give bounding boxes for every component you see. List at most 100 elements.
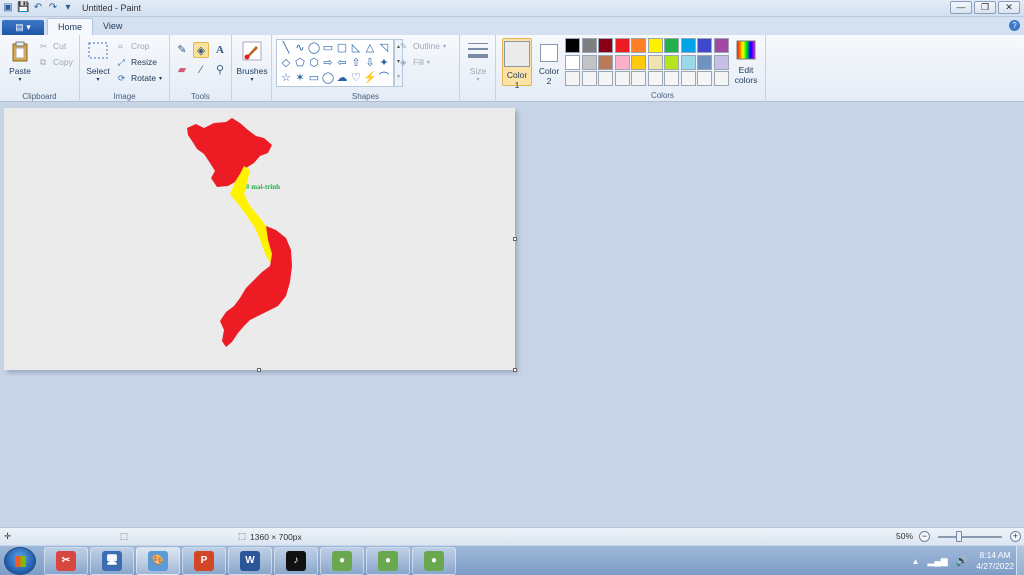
- shape-option-7[interactable]: ◹: [377, 41, 391, 56]
- shape-option-15[interactable]: ✦: [377, 56, 391, 71]
- palette-swatch-row1-5[interactable]: [647, 38, 663, 53]
- edit-colors-button[interactable]: Edit colors: [732, 39, 760, 85]
- shape-option-13[interactable]: ⇧: [349, 56, 363, 71]
- palette-swatch-row3-8[interactable]: [697, 71, 712, 86]
- palette-swatch-row3-6[interactable]: [664, 71, 679, 86]
- shape-option-16[interactable]: ☆: [279, 71, 293, 86]
- palette-swatch-row2-4[interactable]: [631, 54, 646, 70]
- clock[interactable]: 8:14 AM 4/27/2022: [976, 550, 1014, 572]
- outline-button[interactable]: ✎ Outline ▾: [400, 41, 446, 51]
- shape-option-12[interactable]: ⇦: [335, 56, 349, 71]
- paint-app-icon[interactable]: ▣: [2, 2, 14, 14]
- palette-swatch-row1-2[interactable]: [598, 38, 613, 53]
- size-button[interactable]: Size ▾: [465, 40, 491, 83]
- brushes-button[interactable]: Brushes ▾: [235, 40, 269, 83]
- palette-swatch-row3-1[interactable]: [581, 71, 597, 86]
- shape-option-0[interactable]: ╲: [279, 41, 293, 56]
- restore-button[interactable]: ❐: [974, 1, 996, 14]
- redo-icon[interactable]: ↷: [47, 2, 59, 14]
- shape-option-17[interactable]: ✶: [293, 71, 307, 86]
- crop-button[interactable]: ⌗ Crop: [118, 41, 149, 51]
- palette-swatch-row3-4[interactable]: [631, 71, 646, 86]
- palette-swatch-row2-3[interactable]: [614, 54, 630, 70]
- shape-option-22[interactable]: ⚡: [363, 71, 377, 86]
- shape-option-11[interactable]: ⇨: [321, 56, 335, 71]
- tab-view[interactable]: View: [93, 18, 132, 35]
- palette-swatch-row3-3[interactable]: [614, 71, 630, 86]
- palette-swatch-row1-4[interactable]: [631, 38, 646, 53]
- fill-icon[interactable]: ◈: [193, 42, 209, 58]
- tab-home[interactable]: Home: [47, 18, 94, 35]
- shape-option-23[interactable]: ⌒: [377, 71, 391, 86]
- color-picker-icon[interactable]: ⁄: [193, 62, 209, 78]
- palette-swatch-row1-3[interactable]: [614, 38, 630, 53]
- palette-swatch-row3-7[interactable]: [680, 71, 696, 86]
- cut-button[interactable]: ✂ Cut: [40, 41, 66, 51]
- palette-swatch-row2-2[interactable]: [598, 54, 613, 70]
- shape-option-14[interactable]: ⇩: [363, 56, 377, 71]
- color2-button[interactable]: Color 2: [536, 38, 562, 86]
- resize-handle-corner[interactable]: [513, 368, 517, 372]
- customize-quick-access-icon[interactable]: ▾: [62, 2, 74, 14]
- palette-swatch-row3-5[interactable]: [647, 71, 663, 86]
- pencil-icon[interactable]: ✎: [174, 42, 190, 58]
- rotate-button[interactable]: ⟳ Rotate ▾: [118, 73, 162, 83]
- paste-button[interactable]: Paste ▾: [6, 40, 34, 83]
- shape-option-5[interactable]: ◺: [349, 41, 363, 56]
- select-button[interactable]: Select ▾: [84, 40, 112, 83]
- shape-option-6[interactable]: △: [363, 41, 377, 56]
- color1-button[interactable]: Color 1: [502, 38, 532, 90]
- taskbar-button-coccoc-2[interactable]: ●: [366, 547, 410, 575]
- minimize-button[interactable]: —: [950, 1, 972, 14]
- shape-option-20[interactable]: ☁: [335, 71, 349, 86]
- zoom-slider-track[interactable]: [938, 536, 1002, 538]
- shape-option-2[interactable]: ◯: [307, 41, 321, 56]
- fill-button[interactable]: ◈ Fill ▾: [400, 57, 430, 67]
- zoom-in-button[interactable]: +: [1010, 531, 1021, 542]
- palette-swatch-row1-6[interactable]: [664, 38, 679, 53]
- tray-expand-icon[interactable]: ▲: [912, 557, 920, 566]
- resize-handle-right[interactable]: [513, 237, 517, 241]
- start-button[interactable]: [4, 547, 36, 575]
- palette-swatch-row2-5[interactable]: [647, 54, 663, 70]
- shape-option-21[interactable]: ♡: [349, 71, 363, 86]
- taskbar-button-coccoc-3[interactable]: ●: [412, 547, 456, 575]
- close-button[interactable]: ✕: [998, 1, 1020, 14]
- volume-icon[interactable]: 🔊: [956, 556, 968, 567]
- shape-option-8[interactable]: ◇: [279, 56, 293, 71]
- copy-button[interactable]: ⧉ Copy: [40, 57, 73, 67]
- palette-swatch-row2-6[interactable]: [664, 54, 679, 70]
- palette-swatch-row2-8[interactable]: [697, 54, 712, 70]
- palette-swatch-row3-9[interactable]: [713, 71, 729, 86]
- taskbar-button-coccoc-1[interactable]: ●: [320, 547, 364, 575]
- text-icon[interactable]: A: [212, 42, 228, 58]
- shape-option-4[interactable]: ▢: [335, 41, 349, 56]
- taskbar-button-tiktok[interactable]: ♪: [274, 547, 318, 575]
- taskbar-button-word[interactable]: W: [228, 547, 272, 575]
- shape-option-3[interactable]: ▭: [321, 41, 335, 56]
- palette-swatch-row2-1[interactable]: [581, 54, 597, 70]
- shape-option-19[interactable]: ◯: [321, 71, 335, 86]
- resize-handle-bottom[interactable]: [257, 368, 261, 372]
- undo-icon[interactable]: ↶: [32, 2, 44, 14]
- palette-swatch-row1-0[interactable]: [565, 38, 580, 53]
- show-desktop-button[interactable]: [1016, 546, 1024, 575]
- taskbar-button-paint[interactable]: 🎨: [136, 547, 180, 575]
- save-icon[interactable]: 💾: [17, 2, 29, 14]
- palette-swatch-row1-1[interactable]: [581, 38, 597, 53]
- shape-option-1[interactable]: ∿: [293, 41, 307, 56]
- zoom-out-button[interactable]: −: [919, 531, 930, 542]
- palette-swatch-row2-9[interactable]: [713, 54, 729, 70]
- palette-swatch-row1-7[interactable]: [680, 38, 696, 53]
- help-icon[interactable]: ?: [1009, 20, 1020, 31]
- magnifier-icon[interactable]: ⚲: [212, 62, 228, 78]
- network-icon[interactable]: ▂▄▆: [927, 556, 947, 567]
- palette-swatch-row3-2[interactable]: [598, 71, 613, 86]
- taskbar-button-snipping-tool[interactable]: ✂: [44, 547, 88, 575]
- palette-swatch-row1-8[interactable]: [697, 38, 712, 53]
- palette-swatch-row2-0[interactable]: [565, 54, 580, 70]
- shape-option-10[interactable]: ⬡: [307, 56, 321, 71]
- palette-swatch-row1-9[interactable]: [713, 38, 729, 53]
- drawing-canvas[interactable]: # mai-trinh: [4, 108, 517, 372]
- eraser-icon[interactable]: ▰: [174, 62, 190, 78]
